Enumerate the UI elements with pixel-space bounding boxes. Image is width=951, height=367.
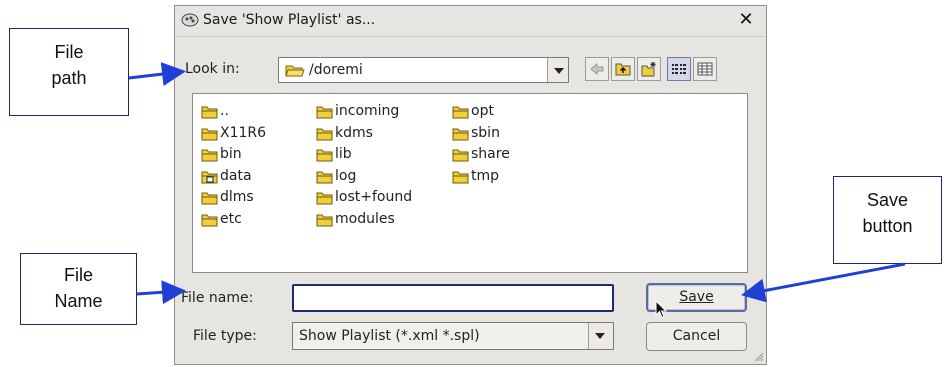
arrow-file-path (128, 62, 186, 87)
arrow-file-name (136, 280, 186, 305)
callout-arrows (128, 62, 906, 305)
arrow-save-button (741, 262, 906, 303)
